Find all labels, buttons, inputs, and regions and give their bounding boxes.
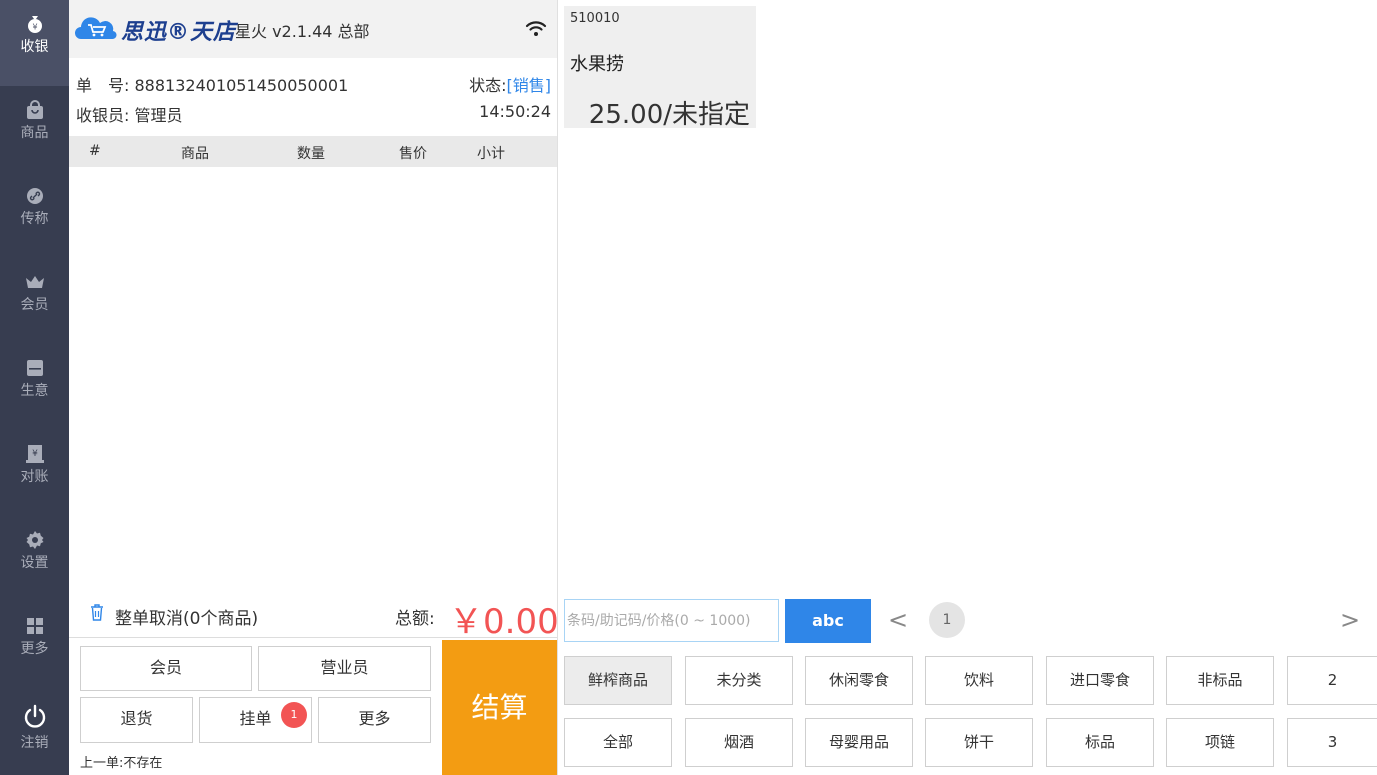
total-amount: ￥0.00	[449, 602, 559, 642]
category-button[interactable]: 非标品	[1166, 656, 1274, 705]
app-version: 星火 v2.1.44 总部	[235, 22, 370, 41]
power-icon	[22, 704, 48, 730]
order-number: 888132401051450050001	[134, 76, 349, 95]
svg-text:¥: ¥	[32, 449, 38, 459]
category-button[interactable]: 标品	[1046, 718, 1154, 767]
sidebar-item-members[interactable]: 会员	[0, 258, 69, 344]
sidebar: ¥ 收银 商品 传称 会员 生意 ¥ 对账 设置 更多 注销	[0, 0, 69, 775]
brand-name: 思迅®天店	[121, 20, 237, 45]
sidebar-item-label: 更多	[20, 641, 49, 657]
sidebar-item-label: 设置	[20, 555, 49, 571]
cart-logo-icon	[75, 13, 119, 43]
order-status: [销售]	[506, 76, 552, 95]
sidebar-item-logout[interactable]: 注销	[0, 688, 69, 774]
total-label: 总额:	[395, 609, 435, 629]
category-button[interactable]: 休闲零食	[805, 656, 913, 705]
sidebar-item-label: 商品	[20, 125, 49, 141]
header: 思迅®天店 星火 v2.1.44 总部	[69, 0, 557, 58]
return-button[interactable]: 退货	[80, 697, 193, 743]
sidebar-item-label: 传称	[20, 211, 49, 227]
sidebar-item-label: 会员	[20, 297, 49, 313]
cancel-order-button[interactable]: 整单取消(0个商品)	[115, 604, 258, 629]
ledger-icon: ¥	[25, 444, 45, 464]
sidebar-item-cashier[interactable]: ¥ 收银	[0, 0, 69, 86]
summary-row: 整单取消(0个商品) 总额: ￥0.00	[69, 594, 559, 642]
product-name: 水果捞	[570, 54, 624, 75]
category-button[interactable]: 饮料	[925, 656, 1033, 705]
category-page-button[interactable]: 3	[1287, 718, 1377, 767]
pos-app: ¥ 收银 商品 传称 会员 生意 ¥ 对账 设置 更多 注销 思迅®天店 星火 …	[0, 0, 1377, 775]
order-status-row: 状态:[销售]	[469, 72, 551, 96]
report-icon	[25, 358, 45, 378]
category-button[interactable]: 全部	[564, 718, 672, 767]
sidebar-item-more[interactable]: 更多	[0, 602, 69, 688]
salesperson-button[interactable]: 营业员	[258, 646, 431, 691]
category-button[interactable]: 未分类	[685, 656, 793, 705]
sidebar-item-label: 收银	[20, 39, 49, 55]
sidebar-item-label: 对账	[20, 469, 49, 485]
order-number-label: 单 号:	[76, 76, 130, 95]
product-card[interactable]: 510010 水果捞 25.00/未指定	[564, 6, 756, 130]
search-input[interactable]	[564, 599, 779, 642]
column-header: 商品	[181, 146, 209, 162]
gear-icon	[25, 530, 45, 550]
cart-list[interactable]	[69, 167, 557, 594]
cashier-row: 收银员: 管理员	[76, 102, 183, 126]
sidebar-item-business[interactable]: 生意	[0, 344, 69, 430]
panel-divider	[557, 0, 558, 775]
category-button[interactable]: 饼干	[925, 718, 1033, 767]
column-header: 售价	[399, 146, 427, 162]
product-price: 25.00/未指定	[588, 100, 750, 130]
money-bag-icon: ¥	[25, 14, 45, 34]
column-header: 小计	[477, 146, 505, 162]
order-number-row: 单 号: 888132401051450050001	[76, 72, 348, 96]
sidebar-item-reconcile[interactable]: ¥ 对账	[0, 430, 69, 516]
hold-order-label: 挂单	[239, 709, 272, 728]
crown-icon	[25, 272, 45, 292]
hold-count-badge: 1	[281, 702, 307, 728]
category-button[interactable]: 进口零食	[1046, 656, 1154, 705]
shopping-bag-icon	[25, 100, 45, 120]
product-code: 510010	[570, 11, 620, 26]
more-actions-button[interactable]: 更多	[318, 697, 431, 743]
sidebar-item-label: 生意	[20, 383, 49, 399]
category-page-button[interactable]: 2	[1287, 656, 1377, 705]
grid-icon	[25, 616, 45, 636]
last-order-info: 上一单:不存在	[80, 756, 163, 771]
sidebar-item-settings[interactable]: 设置	[0, 516, 69, 602]
next-page-button[interactable]: >	[1340, 606, 1360, 634]
cashier-name: 管理员	[134, 106, 183, 125]
order-status-label: 状态:	[469, 76, 507, 95]
link-icon	[25, 186, 45, 206]
category-button[interactable]: 鲜榨商品	[564, 656, 672, 705]
page-number[interactable]: 1	[929, 602, 965, 638]
svg-text:¥: ¥	[32, 23, 37, 32]
keyboard-toggle-button[interactable]: abc	[785, 599, 871, 643]
wifi-icon	[525, 18, 547, 38]
checkout-button[interactable]: 结算	[442, 640, 557, 775]
sidebar-item-scale[interactable]: 传称	[0, 172, 69, 258]
trash-icon[interactable]	[89, 603, 105, 621]
category-button[interactable]: 项链	[1166, 718, 1274, 767]
category-button[interactable]: 烟酒	[685, 718, 793, 767]
category-button[interactable]: 母婴用品	[805, 718, 913, 767]
sidebar-item-products[interactable]: 商品	[0, 86, 69, 172]
column-header: 数量	[297, 146, 325, 162]
prev-page-button[interactable]: <	[888, 606, 908, 634]
cashier-label: 收银员:	[76, 106, 130, 125]
member-button[interactable]: 会员	[80, 646, 252, 691]
cart-table-header: # 商品 数量 售价 小计	[69, 136, 557, 167]
sidebar-item-label: 注销	[20, 735, 49, 751]
column-header: #	[89, 143, 101, 159]
order-time: 14:50:24	[479, 102, 551, 121]
